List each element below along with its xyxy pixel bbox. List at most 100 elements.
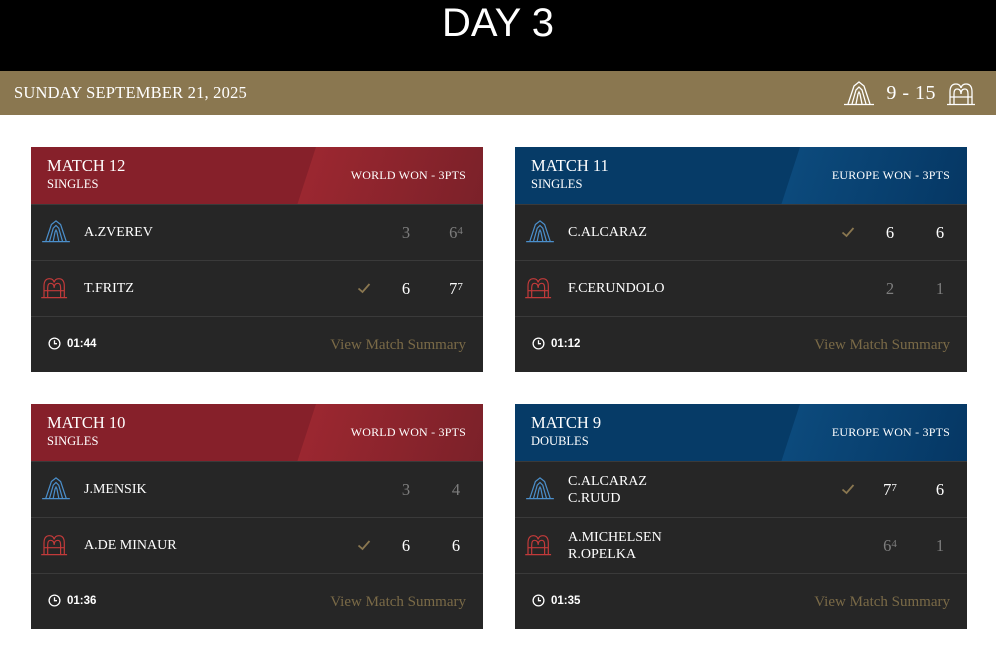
match-type: SINGLES [47,177,99,191]
winner-check-icon [357,538,371,552]
player-name: C.ALCARAZ C.RUUD [568,473,647,507]
player-name: T.FRITZ [84,280,134,297]
team-world-logo-icon [40,532,72,561]
player-row: J.MENSIK 3 4 [31,461,483,517]
match-card: MATCH 12 SINGLES WORLD WON - 3PTS A.ZVER… [31,147,483,372]
player-name-line: R.OPELKA [568,547,637,562]
match-duration: 01:36 [67,595,97,607]
set-score: 3 [401,480,411,499]
team-europe-logo-icon [946,80,976,106]
winner-check-icon [357,281,371,295]
view-match-summary-link[interactable]: View Match Summary [330,593,466,611]
set-score: 6 [401,536,411,555]
match-footer: 01:44 View Match Summary [31,316,483,372]
player-name: F.CERUNDOLO [568,280,665,297]
match-duration: 01:35 [551,595,581,607]
match-type: SINGLES [47,434,99,448]
player-row: A.DE MINAUR 6 6 [31,517,483,573]
score-total-value: 9 - 15 [886,81,936,104]
team-europe-logo-icon [524,476,556,505]
match-result: EUROPE WON - 3PTS [831,425,950,439]
tiebreak-score: 4 [891,538,897,550]
player-name-line: A.DE MINAUR [84,538,177,553]
match-header: MATCH 10 SINGLES WORLD WON - 3PTS [31,404,483,461]
player-row: C.ALCARAZ C.RUUD 77 6 [515,461,967,517]
match-footer: 01:12 View Match Summary [515,316,967,372]
match-duration: 01:12 [551,338,581,350]
player-name-line: A.ZVEREV [84,225,153,240]
player-row: A.ZVEREV 3 64 [31,204,483,260]
view-match-summary-link[interactable]: View Match Summary [814,336,950,354]
set-score: 6 [885,223,895,242]
player-name: J.MENSIK [84,481,147,498]
player-name-line: C.RUUD [568,491,621,506]
player-row: C.ALCARAZ 6 6 [515,204,967,260]
clock-icon [48,337,61,355]
set-score: 6 [451,536,461,555]
date-bar: SUNDAY SEPTEMBER 21, 2025 9 - 15 [0,71,996,115]
match-card: MATCH 11 SINGLES EUROPE WON - 3PTS C.ALC… [515,147,967,372]
view-match-summary-link[interactable]: View Match Summary [814,593,950,611]
set-score: 1 [935,536,945,555]
match-number: MATCH 12 [47,156,126,175]
player-name-line: J.MENSIK [84,482,147,497]
player-row: F.CERUNDOLO 2 1 [515,260,967,316]
match-header: MATCH 9 DOUBLES EUROPE WON - 3PTS [515,404,967,461]
player-name: A.MICHELSEN R.OPELKA [568,529,662,563]
match-type: SINGLES [531,177,583,191]
tiebreak-score: 7 [891,482,897,494]
team-europe-logo-icon [524,219,556,248]
set-score: 3 [401,223,411,242]
clock-icon [532,337,545,355]
page-title: DAY 3 [442,1,554,45]
match-header: MATCH 12 SINGLES WORLD WON - 3PTS [31,147,483,204]
team-europe-logo-icon [40,219,72,248]
clock-icon [48,594,61,612]
page-header: DAY 3 [0,0,996,71]
player-row: A.MICHELSEN R.OPELKA 64 1 [515,517,967,573]
player-name-line: T.FRITZ [84,281,134,296]
match-card: MATCH 10 SINGLES WORLD WON - 3PTS J.MENS… [31,404,483,629]
overall-score: 9 - 15 [842,71,976,115]
match-number: MATCH 10 [47,413,126,432]
set-score: 6 [935,480,945,499]
match-result: WORLD WON - 3PTS [350,168,466,182]
set-score: 6 [401,279,411,298]
set-score: 64 [449,223,463,242]
view-match-summary-link[interactable]: View Match Summary [330,336,466,354]
match-header: MATCH 11 SINGLES EUROPE WON - 3PTS [515,147,967,204]
set-score: 77 [449,279,463,298]
player-name: C.ALCARAZ [568,224,647,241]
set-score: 2 [885,279,895,298]
team-world-logo-icon [842,80,876,106]
match-type: DOUBLES [531,434,589,448]
match-number: MATCH 11 [531,156,609,175]
set-score: 6 [935,223,945,242]
player-row: T.FRITZ 6 77 [31,260,483,316]
match-footer: 01:36 View Match Summary [31,573,483,629]
winner-check-icon [841,482,855,496]
set-score: 1 [935,279,945,298]
player-name-line: C.ALCARAZ [568,474,647,489]
match-result: EUROPE WON - 3PTS [831,168,950,182]
tiebreak-score: 4 [457,225,463,237]
match-card: MATCH 9 DOUBLES EUROPE WON - 3PTS C.ALCA… [515,404,967,629]
match-duration: 01:44 [67,338,97,350]
match-footer: 01:35 View Match Summary [515,573,967,629]
set-score: 77 [883,480,897,499]
winner-check-icon [841,225,855,239]
team-europe-logo-icon [40,476,72,505]
team-world-logo-icon [40,275,72,304]
set-score: 64 [883,536,897,555]
tiebreak-score: 7 [457,281,463,293]
player-name: A.ZVEREV [84,224,153,241]
player-name-line: F.CERUNDOLO [568,281,665,296]
player-name-line: C.ALCARAZ [568,225,647,240]
set-score: 4 [451,480,461,499]
player-name: A.DE MINAUR [84,537,177,554]
team-world-logo-icon [524,532,556,561]
clock-icon [532,594,545,612]
player-name-line: A.MICHELSEN [568,530,662,545]
match-number: MATCH 9 [531,413,602,432]
team-world-logo-icon [524,275,556,304]
